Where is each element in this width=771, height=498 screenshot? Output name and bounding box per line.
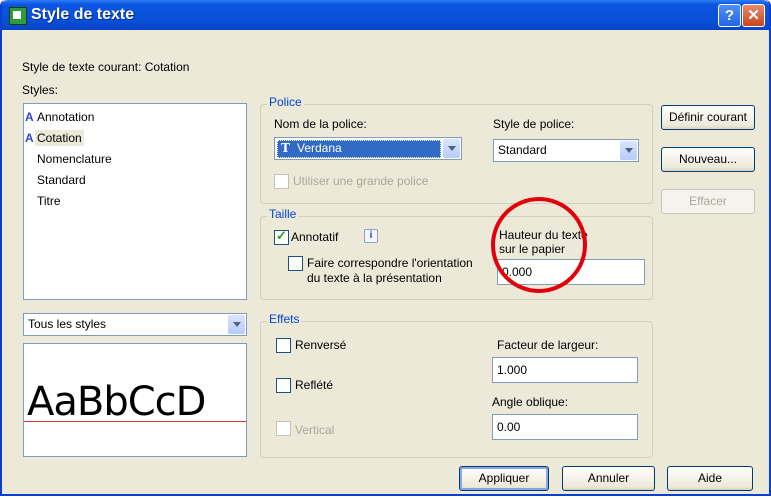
question-icon: ? [724, 7, 735, 24]
width-factor-input[interactable]: 1.000 [492, 357, 638, 383]
font-style-label: Style de police: [493, 117, 575, 131]
annotative-scale-icon: A [25, 131, 34, 145]
preview-text: AaBbCcD [27, 379, 206, 425]
list-item[interactable]: Standard [37, 172, 86, 188]
style-filter-dropdown[interactable]: Tous les styles [23, 313, 247, 336]
annotative-scale-icon: A [25, 110, 34, 124]
mirrored-label: Reflété [295, 378, 334, 392]
info-icon[interactable]: i [364, 229, 378, 243]
checkmark-icon: ✓ [276, 228, 287, 243]
close-icon: ✕ [747, 7, 760, 24]
title-bar[interactable]: Style de texte ? ✕ [2, 0, 769, 30]
window-title: Style de texte [31, 6, 135, 23]
help-button[interactable]: Aide [667, 466, 753, 491]
dialog-window: Style de texte ? ✕ Style de texte couran… [0, 0, 771, 496]
highlight-circle [491, 197, 587, 293]
delete-button[interactable]: Effacer [661, 189, 755, 214]
chevron-down-icon[interactable] [620, 141, 637, 160]
vertical-label: Vertical [295, 423, 335, 437]
match-orientation-checkbox[interactable] [288, 256, 303, 271]
close-button[interactable]: ✕ [742, 4, 765, 27]
annotative-checkbox[interactable]: ✓ [274, 228, 289, 245]
reversed-checkbox[interactable] [276, 338, 291, 353]
styles-list[interactable]: A Annotation A Cotation Nomenclature Sta… [23, 103, 247, 300]
police-group-title: Police [267, 95, 304, 109]
current-style-label: Style de texte courant: Cotation [22, 60, 190, 74]
oblique-angle-input[interactable]: 0.00 [492, 414, 638, 440]
apply-button[interactable]: Appliquer [459, 466, 549, 491]
match-orientation-label-1: Faire correspondre l'orientation [307, 256, 473, 270]
list-item-selected[interactable]: A Cotation [25, 130, 84, 146]
set-current-button[interactable]: Définir courant [661, 105, 755, 130]
chevron-down-icon[interactable] [443, 139, 460, 158]
text-preview: AaBbCcD [23, 343, 247, 457]
cancel-button[interactable]: Annuler [562, 466, 655, 491]
big-font-label: Utiliser une grande police [293, 174, 429, 188]
oblique-angle-label: Angle oblique: [492, 395, 569, 409]
font-name-label: Nom de la police: [274, 117, 367, 131]
styles-label: Styles: [22, 83, 59, 97]
width-factor-label: Facteur de largeur: [497, 338, 599, 352]
chevron-down-icon[interactable] [228, 315, 245, 334]
app-icon [9, 7, 27, 25]
effets-group-title: Effets [267, 312, 302, 326]
annotative-label: Annotatif [291, 230, 339, 244]
mirrored-checkbox[interactable] [276, 378, 291, 393]
list-item[interactable]: A Annotation [25, 109, 94, 125]
match-orientation-label-2: du texte à la présentation [307, 271, 442, 285]
baseline-line [24, 421, 246, 422]
font-style-dropdown[interactable]: Standard [493, 139, 639, 162]
taille-group-title: Taille [267, 207, 299, 221]
help-title-button[interactable]: ? [718, 4, 741, 27]
list-item[interactable]: Nomenclature [37, 151, 112, 167]
vertical-checkbox[interactable] [276, 421, 291, 436]
truetype-icon: T [281, 141, 290, 155]
new-button[interactable]: Nouveau... [661, 147, 755, 172]
big-font-checkbox[interactable] [274, 174, 289, 189]
list-item[interactable]: Titre [37, 193, 61, 209]
reversed-label: Renversé [295, 338, 347, 352]
font-name-dropdown[interactable]: T Verdana [274, 137, 462, 160]
